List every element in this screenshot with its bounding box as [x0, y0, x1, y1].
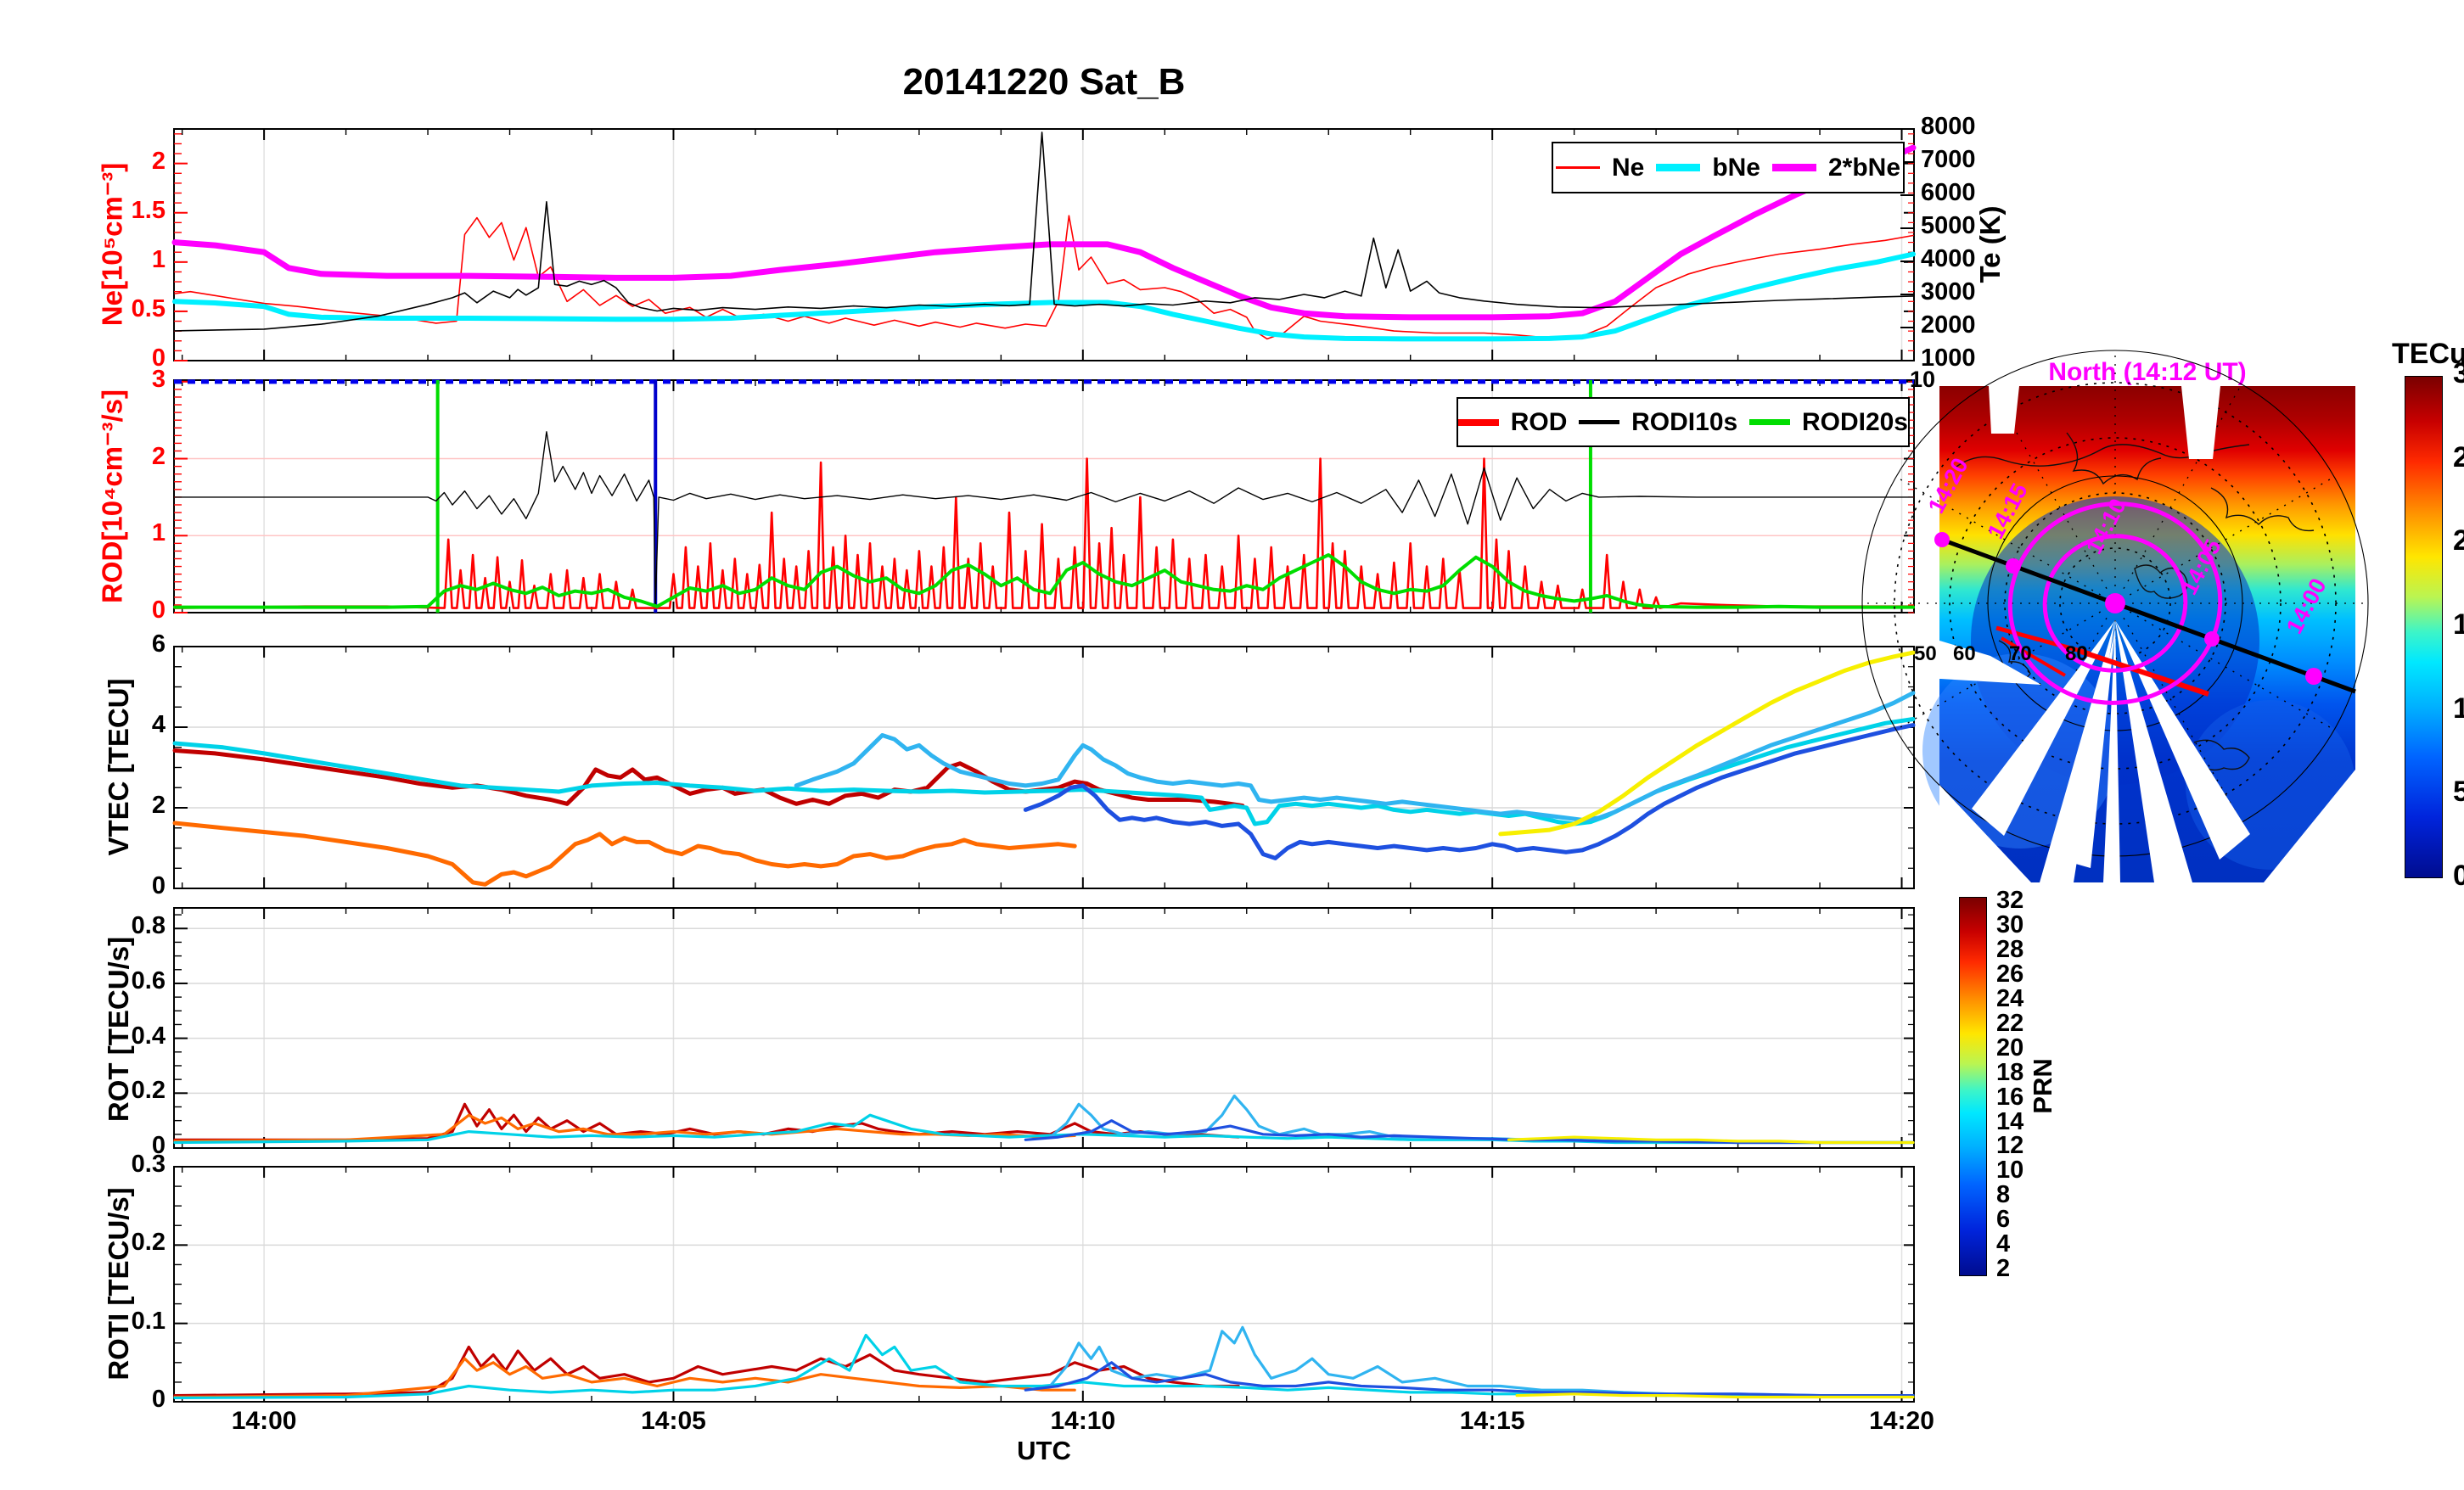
rot-ytick: 0.4	[131, 1022, 166, 1050]
polar-tec-map: 14:20 14:15 14:1014:0514:00 50 60 70 80	[1861, 349, 2370, 882]
rot-ytick: 0.8	[131, 912, 166, 940]
rod-legend-label: ROD	[1510, 407, 1568, 436]
bne-legend-label: bNe	[1712, 153, 1760, 182]
te-ytick: 8000	[1921, 113, 1976, 140]
tecu-ticks-label: 0	[2453, 859, 2464, 892]
prn-colorbar-label: PRN	[2028, 1058, 2057, 1114]
te-ytick: 3000	[1921, 278, 1976, 305]
tecu-ticks-label: 20	[2453, 524, 2464, 557]
x-tick-label: 14:20	[1869, 1407, 1934, 1435]
rodi20s-legend-label: RODI20s	[1801, 407, 1908, 436]
svg-text:70: 70	[2009, 642, 2032, 665]
te-ytick: 1000	[1921, 344, 1976, 372]
ne-legend-label: Ne	[1611, 153, 1645, 182]
vtec-ytick: 6	[151, 630, 166, 658]
rot-ytick: 0.2	[131, 1077, 166, 1105]
prn-ticks-label: 2	[1996, 1255, 2011, 1283]
rodi10s-legend-label: RODI10s	[1631, 407, 1738, 436]
ne_te-ytick: 0.5	[131, 294, 166, 322]
roti-ytick: 0.1	[131, 1307, 166, 1335]
tecu-colorbar	[2405, 376, 2443, 878]
figure-canvas: 20141220 Sat_B Ne[10⁵cm⁻³] ROD[10⁴cm⁻³/s…	[0, 0, 2464, 1490]
rod-ytick: 0	[151, 597, 166, 624]
tecu-ticks-label: 10	[2453, 692, 2464, 725]
rodi10s-legend-swatch	[1579, 420, 1620, 424]
te-ytick: 2000	[1921, 311, 1976, 339]
x-axis-title: UTC	[1017, 1436, 1071, 1465]
ne_te-ytick: 2	[151, 147, 166, 175]
rodi20s-legend-swatch	[1749, 419, 1790, 425]
tecu-ticks-label: 15	[2453, 608, 2464, 641]
tecu-ticks-label: 25	[2453, 440, 2464, 473]
bne-legend-swatch	[1656, 164, 1701, 171]
roti-ytick: 0	[151, 1386, 166, 1413]
vtec-ytick: 4	[151, 711, 166, 738]
x-tick-label: 14:15	[1459, 1407, 1525, 1435]
prn-colorbar	[1959, 897, 1987, 1276]
roti-ytick: 0.2	[131, 1229, 166, 1257]
tecu-ticks-label: 5	[2453, 776, 2464, 809]
te-ytick: 6000	[1921, 179, 1976, 206]
te-ytick: 4000	[1921, 245, 1976, 272]
svg-text:80: 80	[2065, 642, 2088, 665]
x-tick-label: 14:10	[1050, 1407, 1116, 1435]
ne_te-ytick: 1.5	[131, 196, 166, 224]
2bne-legend-label: 2*bNe	[1828, 153, 1901, 182]
x-tick-label: 14:05	[641, 1407, 706, 1435]
te-ytick: 5000	[1921, 212, 1976, 239]
rod-legend: ROD RODI10s RODI20s	[1457, 397, 1910, 447]
x-tick-label: 14:00	[231, 1407, 297, 1435]
vtec-ytick: 2	[151, 792, 166, 819]
2bne-legend-swatch	[1772, 164, 1816, 171]
rod-legend-swatch	[1458, 418, 1499, 426]
ne-legend-swatch	[1555, 166, 1600, 169]
roti-ytick: 0.3	[131, 1151, 166, 1178]
svg-text:50: 50	[1914, 642, 1937, 665]
ne-legend: Ne bNe 2*bNe	[1552, 142, 1905, 193]
rod-ytick: 2	[151, 442, 166, 470]
vtec-ytick: 0	[151, 872, 166, 899]
rot-ytick: 0.6	[131, 966, 166, 994]
rod-ytick: 1	[151, 519, 166, 547]
svg-text:60: 60	[1953, 642, 1976, 665]
ne_te-ytick: 1	[151, 245, 166, 273]
tecu-ticks-label: 30	[2453, 356, 2464, 389]
te-ytick: 7000	[1921, 146, 1976, 173]
rod-ytick: 3	[151, 365, 166, 393]
map-title: North (14:12 UT)	[2048, 358, 2247, 386]
